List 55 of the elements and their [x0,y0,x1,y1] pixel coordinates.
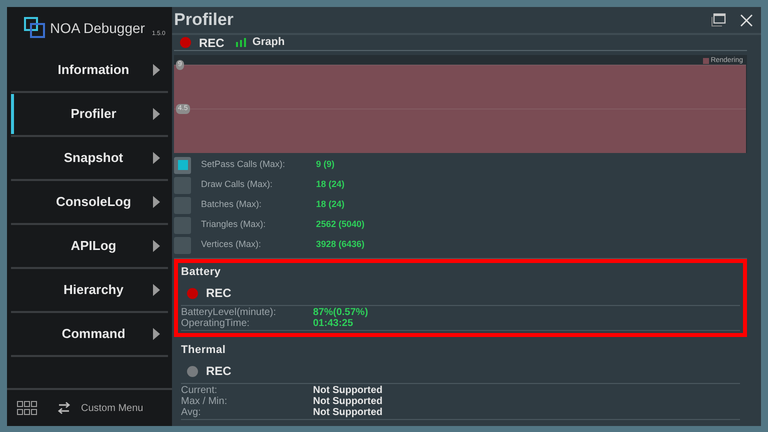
app-name: NOA Debugger [50,18,145,38]
stat-label: Avg: [181,407,202,418]
caret-right-icon [153,284,160,296]
metric-label: Batches (Max): [201,198,263,212]
nav-item[interactable]: APILog [11,226,168,266]
metric-label: SetPass Calls (Max): [201,158,286,172]
close-icon[interactable] [740,14,753,26]
stat-value: Not Supported [313,407,382,418]
stat-label: Max / Min: [181,396,228,407]
checkbox[interactable] [174,156,191,174]
metric-value: 9 (9) [316,158,335,172]
nav-item[interactable]: ConsoleLog [11,182,168,222]
custom-menu-label[interactable]: Custom Menu [81,400,144,416]
window-title: Profiler [174,9,235,32]
caret-right-icon [153,108,160,120]
grid-icon[interactable] [17,401,37,415]
nav-item[interactable]: Command [11,314,168,354]
stat-value: Not Supported [313,385,382,396]
checkbox[interactable] [174,216,191,234]
record-label: REC [199,34,224,52]
stat-value: 87%(0.57%) [313,307,368,318]
metric-value: 2562 (5040) [316,218,365,232]
stat-value: Not Supported [313,396,382,407]
metric-label: Vertices (Max): [201,238,262,252]
nav-item[interactable]: Snapshot [11,138,168,178]
metric-value: 18 (24) [316,198,345,212]
bar-graph-icon[interactable] [236,38,246,47]
stat-label: Current: [181,385,218,396]
checkbox[interactable] [174,176,191,194]
stat-label: OperatingTime: [181,318,251,329]
caret-right-icon [153,64,160,76]
graph-label[interactable]: Graph [252,34,285,51]
swap-arrows-icon[interactable] [57,402,71,414]
caret-right-icon [153,240,160,252]
stat-value: 01:43:25 [313,318,354,329]
logo-icon [24,17,46,39]
metric-value: 3928 (6436) [316,238,365,252]
record-label: REC [206,285,232,302]
nav-item[interactable]: Information [11,50,168,90]
section-title: Battery [181,265,222,280]
checkbox[interactable] [174,236,191,254]
legend-swatch [702,58,709,64]
metric-value: 18 (24) [316,178,345,192]
record-label: REC [206,363,232,380]
nav-item[interactable]: Hierarchy [11,270,168,310]
stat-label: BatteryLevel(minute): [181,307,278,318]
caret-right-icon [153,152,160,164]
section-title: Thermal [181,343,227,358]
caret-right-icon [153,328,160,340]
checkbox[interactable] [174,196,191,214]
metric-label: Draw Calls (Max): [201,178,274,192]
caret-right-icon [153,196,160,208]
nav-item[interactable]: Profiler [11,94,168,134]
metric-label: Triangles (Max): [201,218,267,232]
window-icon[interactable] [711,13,726,27]
